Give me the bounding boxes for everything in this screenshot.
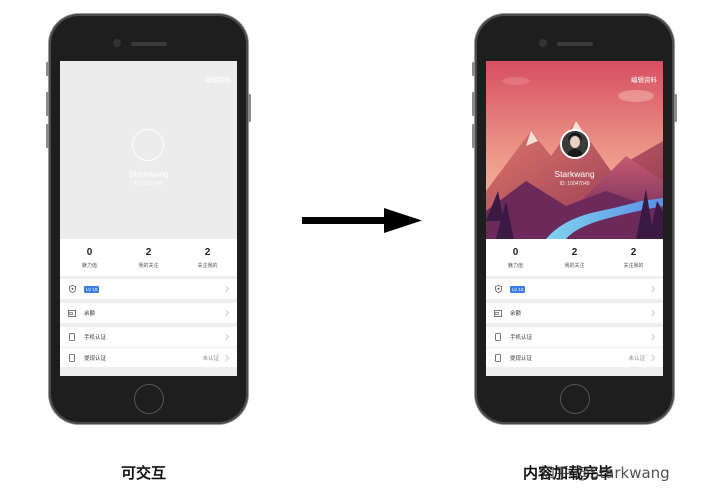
withdraw-auth-label: 提现认证	[510, 355, 533, 362]
balance-label: 余额	[510, 311, 522, 317]
mute-switch	[46, 62, 49, 76]
caption-interactive: 可交互	[121, 464, 167, 482]
stats-bar: 0 魅力值 2 我的关注 2 关注我的	[486, 239, 663, 276]
withdraw-auth-row[interactable]: 提现认证 未认证	[486, 347, 663, 367]
wallet-icon	[494, 309, 502, 317]
edit-profile-link[interactable]: 编辑资料	[205, 74, 231, 84]
profile-header-cover: 编辑资料 Starkwang ID: 10047049	[486, 61, 663, 239]
username: Starkwang	[554, 169, 595, 179]
shield-icon	[494, 285, 502, 293]
level-badge: LV 10	[84, 285, 100, 293]
withdraw-auth-status: 未认证	[628, 355, 645, 362]
home-button[interactable]	[560, 384, 590, 414]
balance-row[interactable]: 余额	[486, 303, 663, 323]
stat-following[interactable]: 2 我的关注	[545, 239, 604, 276]
watermark: 知乎 @Starkwang	[540, 464, 670, 482]
phone-loaded-state: 编辑资料 Starkwang ID: 10047049 0 魅力值 2 我的关注	[472, 14, 677, 424]
phone-auth-row[interactable]: 手机认证	[60, 327, 237, 347]
earpiece-speaker	[557, 42, 593, 46]
stat-value: 2	[630, 247, 637, 258]
withdraw-auth-row[interactable]: 提现认证 未认证	[60, 347, 237, 367]
stat-value: 2	[571, 247, 578, 258]
shield-icon	[68, 285, 76, 293]
chevron-right-icon	[225, 333, 230, 341]
phone-interactive-state: 编辑资料 Starkwang ID: 10047049 0 魅力值 2 我的关注…	[46, 14, 251, 424]
front-camera	[113, 39, 121, 47]
wallet-icon	[68, 309, 76, 317]
right-arrow-icon	[302, 208, 422, 233]
stat-value: 0	[512, 247, 519, 258]
user-id: ID: 10047049	[133, 181, 164, 187]
stat-label: 我的关注	[564, 263, 585, 269]
home-button[interactable]	[134, 384, 164, 414]
volume-up-button	[472, 92, 475, 116]
level-row[interactable]: LV 10	[60, 279, 237, 299]
stat-label: 魅力值	[81, 263, 97, 269]
stat-label: 我的关注	[138, 263, 159, 269]
power-button	[248, 94, 251, 122]
profile-screen: 编辑资料 Starkwang ID: 10047049 0 魅力值 2 我的关注…	[60, 61, 237, 376]
chevron-right-icon	[651, 354, 656, 362]
power-button	[674, 94, 677, 122]
chevron-right-icon	[225, 354, 230, 362]
stat-followers[interactable]: 2 关注我的	[604, 239, 663, 276]
volume-down-button	[472, 124, 475, 148]
profile-screen: 编辑资料 Starkwang ID: 10047049 0 魅力值 2 我的关注	[486, 61, 663, 376]
withdraw-auth-status: 未认证	[202, 355, 219, 362]
stat-value: 0	[86, 247, 93, 258]
stat-label: 关注我的	[197, 263, 218, 269]
stat-value: 2	[145, 247, 152, 258]
avatar-placeholder[interactable]	[132, 129, 164, 161]
phone-icon	[68, 353, 76, 362]
stat-value: 2	[204, 247, 211, 258]
chevron-right-icon	[225, 285, 230, 293]
earpiece-speaker	[131, 42, 167, 46]
level-badge: LV 10	[510, 285, 526, 293]
balance-row[interactable]: 余额	[60, 303, 237, 323]
stats-bar: 0 魅力值 2 我的关注 2 关注我的	[60, 239, 237, 276]
withdraw-auth-label: 提现认证	[84, 355, 107, 362]
edit-profile-link[interactable]: 编辑资料	[631, 74, 657, 84]
profile-header-placeholder: 编辑资料 Starkwang ID: 10047049	[60, 61, 237, 239]
stat-label: 魅力值	[507, 263, 523, 269]
front-camera	[539, 39, 547, 47]
stat-charm[interactable]: 0 魅力值	[486, 239, 545, 276]
level-row[interactable]: LV 10	[486, 279, 663, 299]
phone-icon	[494, 353, 502, 362]
mute-switch	[472, 62, 475, 76]
chevron-right-icon	[225, 309, 230, 317]
phone-icon	[68, 333, 76, 341]
chevron-right-icon	[651, 285, 656, 293]
balance-label: 余额	[84, 311, 96, 317]
chevron-right-icon	[651, 333, 656, 341]
phone-auth-label: 手机认证	[84, 335, 107, 341]
profile-photo	[562, 131, 588, 157]
phone-icon	[494, 333, 502, 341]
user-id: ID: 10047049	[559, 181, 590, 187]
avatar[interactable]	[560, 129, 590, 159]
username: Starkwang	[128, 169, 169, 179]
stat-following[interactable]: 2 我的关注	[119, 239, 178, 276]
chevron-right-icon	[651, 309, 656, 317]
stat-label: 关注我的	[623, 263, 644, 269]
stat-followers[interactable]: 2 关注我的	[178, 239, 237, 276]
volume-up-button	[46, 92, 49, 116]
stat-charm[interactable]: 0 魅力值	[60, 239, 119, 276]
volume-down-button	[46, 124, 49, 148]
phone-auth-label: 手机认证	[510, 335, 533, 341]
phone-auth-row[interactable]: 手机认证	[486, 327, 663, 347]
